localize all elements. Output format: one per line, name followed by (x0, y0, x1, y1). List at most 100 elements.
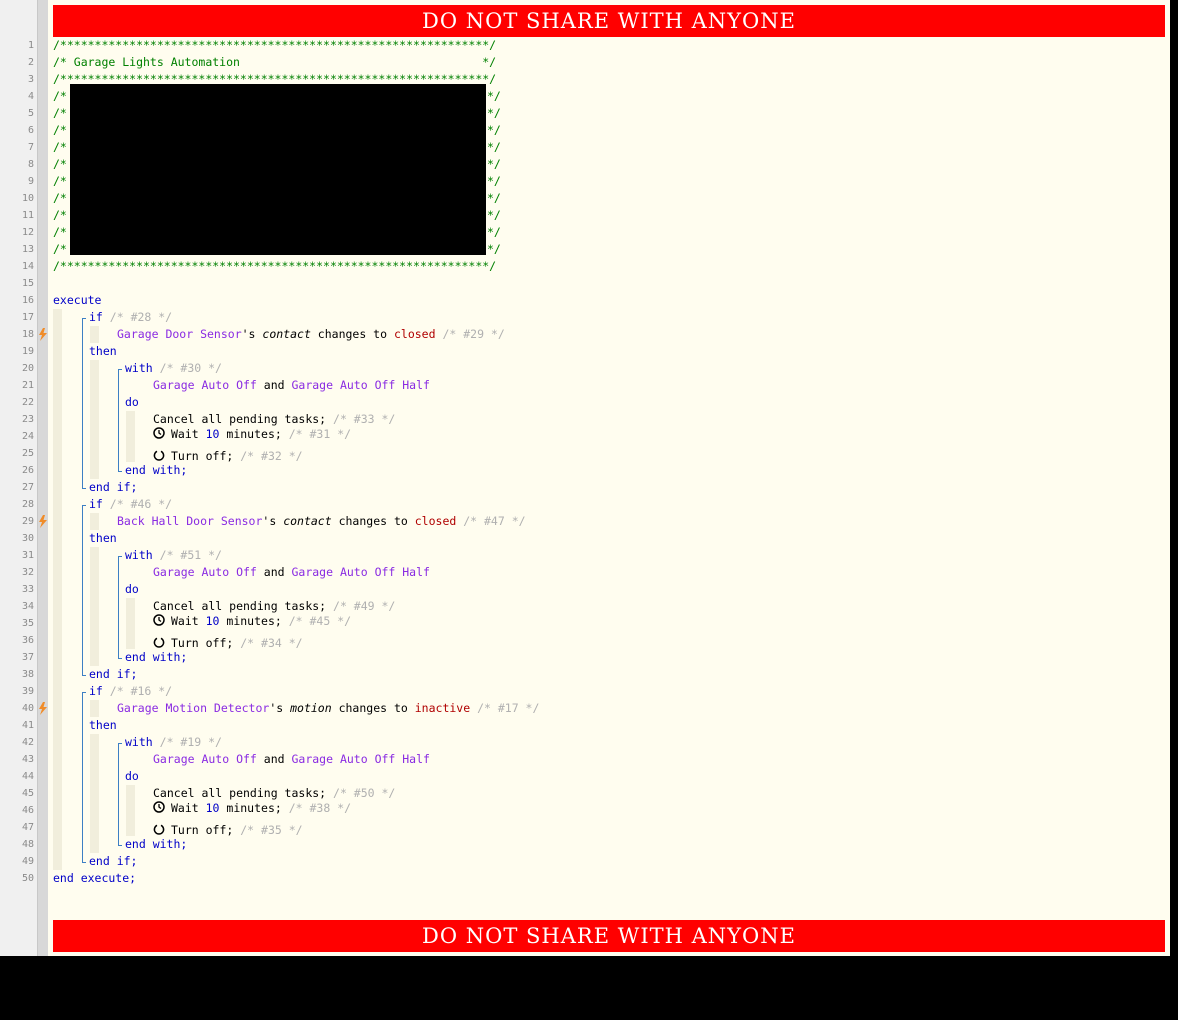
indent-guide (53, 496, 62, 683)
redacted-line-end: */ (487, 241, 501, 258)
line-number: 45 (21, 788, 34, 799)
attribute: contact (262, 327, 311, 341)
clock-icon (153, 801, 165, 813)
statement: Cancel all pending tasks; (153, 412, 327, 426)
line-number: 29 (21, 516, 34, 527)
statement: Turn off; (171, 449, 234, 463)
comment-end: */ (487, 174, 501, 188)
wait-line: Wait 10 minutes; /* #45 */ (153, 613, 351, 630)
end-if-line: end if; (89, 479, 137, 496)
device-name: Garage Door Sensor (117, 327, 242, 341)
comment-start: /* (53, 242, 67, 256)
state-value: closed (414, 514, 457, 528)
indent-guide (90, 360, 99, 479)
with-keyword: with (125, 548, 153, 562)
block-bracket (82, 505, 83, 675)
end-execute-keyword: end execute; (53, 871, 137, 885)
line-number: 31 (21, 550, 34, 561)
comment: /* #33 */ (333, 412, 396, 426)
statement: Wait (171, 801, 206, 815)
comment-end: */ (487, 208, 501, 222)
redacted-line: /* (53, 241, 67, 258)
redacted-line-end: */ (487, 224, 501, 241)
comment: /* #30 */ (159, 361, 222, 375)
comment: /* #29 */ (442, 327, 505, 341)
redacted-line: /* (53, 156, 67, 173)
statement: Turn off; (171, 823, 234, 837)
warning-banner-bottom: DO NOT SHARE WITH ANYONE (53, 920, 1165, 952)
execute-keyword: execute (53, 293, 102, 307)
device-name: Garage Auto Off Half (291, 378, 430, 392)
condition-line: Garage Motion Detector's motion changes … (117, 700, 539, 717)
condition-line: Back Hall Door Sensor's contact changes … (117, 513, 526, 530)
if-keyword: if (89, 310, 103, 324)
line-number: 12 (21, 227, 34, 238)
line-number: 26 (21, 465, 34, 476)
line-number: 25 (21, 448, 34, 459)
line-number: 41 (21, 720, 34, 731)
comment: /* #16 */ (109, 684, 173, 698)
attribute: motion (290, 701, 332, 715)
end-if-line: end if; (89, 666, 137, 683)
line-number: 15 (21, 278, 34, 289)
line-number: 3 (27, 74, 34, 85)
header-comment: /* Garage Lights Automation */ (53, 55, 497, 69)
line-number: 32 (21, 567, 34, 578)
line-number: 35 (21, 618, 34, 629)
end-if-keyword: end if; (89, 667, 138, 681)
end-with-keyword: end with; (125, 837, 188, 851)
line-number: 47 (21, 822, 34, 833)
line-number: 50 (21, 873, 34, 884)
comment: /* #38 */ (288, 801, 352, 815)
line-number: 24 (21, 431, 34, 442)
line-number: 22 (21, 397, 34, 408)
then-line: then (89, 343, 117, 360)
comment-start: /* (53, 106, 67, 120)
statement: Wait (171, 614, 206, 628)
line-number: 8 (27, 159, 34, 170)
power-icon (153, 824, 165, 835)
block-bracket (118, 743, 119, 845)
comment-start: /* (53, 208, 67, 222)
unit: minutes; (219, 801, 282, 815)
line-number: 23 (21, 414, 34, 425)
line-number: 5 (27, 108, 34, 119)
header-line: /* Garage Lights Automation */ (53, 54, 496, 71)
line-number: 14 (21, 261, 34, 272)
comment-end: */ (487, 89, 501, 103)
block-bracket (82, 692, 83, 862)
line-number: 18 (21, 329, 34, 340)
comment: /* #35 */ (240, 823, 303, 837)
indent-guide (90, 326, 99, 343)
comment-start: /* (53, 140, 67, 154)
comment: /* #31 */ (288, 427, 352, 441)
comment: /* #50 */ (333, 786, 396, 800)
comment: /* #45 */ (288, 614, 352, 628)
line-number: 43 (21, 754, 34, 765)
with-keyword: with (125, 735, 153, 749)
redacted-line: /* (53, 207, 67, 224)
indent-guide (90, 734, 99, 853)
line-number: 16 (21, 295, 34, 306)
statement: Turn off; (171, 636, 234, 650)
comment: /* #34 */ (240, 636, 303, 650)
end-with-keyword: end with; (125, 650, 188, 664)
lightning-bolt-icon (39, 702, 47, 715)
redacted-line-end: */ (487, 139, 501, 156)
then-line: then (89, 530, 117, 547)
line-number: 4 (27, 91, 34, 102)
block-bracket-top (118, 369, 122, 370)
comment-start: /* (53, 174, 67, 188)
then-line: then (89, 717, 117, 734)
line-number: 10 (21, 193, 34, 204)
with-line: with /* #19 */ (125, 734, 222, 751)
redacted-line-end: */ (487, 173, 501, 190)
redacted-line-end: */ (487, 190, 501, 207)
device-name: Garage Auto Off (153, 378, 257, 392)
warning-banner-top: DO NOT SHARE WITH ANYONE (53, 5, 1165, 37)
line-number: 36 (21, 635, 34, 646)
devices-line: Garage Auto Off and Garage Auto Off Half (153, 377, 430, 394)
line-number: 30 (21, 533, 34, 544)
indent-guide (90, 513, 99, 530)
state-value: closed (393, 327, 436, 341)
